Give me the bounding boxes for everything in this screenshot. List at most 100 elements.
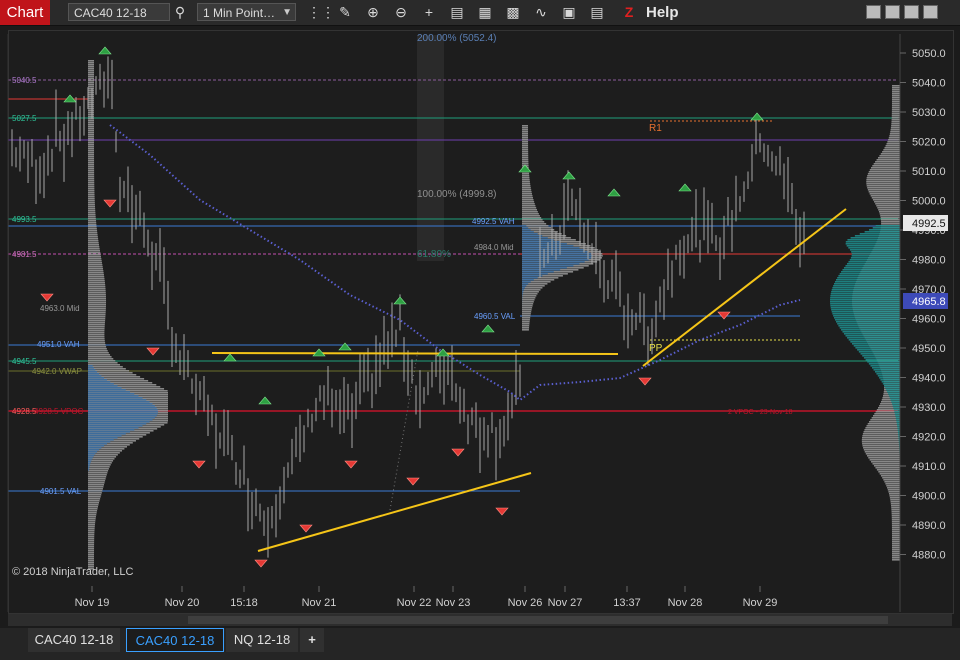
profile-bar bbox=[891, 525, 900, 527]
price-tick-label: 5010.0 bbox=[912, 166, 946, 178]
profile-bar bbox=[880, 219, 900, 221]
scrollbar-thumb[interactable] bbox=[188, 616, 888, 624]
profile-bar bbox=[522, 193, 533, 195]
profile-bar bbox=[851, 255, 900, 257]
profile-bar bbox=[851, 253, 900, 255]
profile-bar bbox=[88, 226, 97, 228]
profile-bar bbox=[88, 490, 103, 492]
profile-bar bbox=[858, 351, 900, 353]
profile-bar bbox=[522, 179, 530, 181]
profile-bar bbox=[872, 165, 900, 167]
profile-bar bbox=[891, 513, 900, 515]
sell-signal-icon bbox=[406, 477, 420, 486]
profile-bar bbox=[832, 313, 900, 315]
profile-bar bbox=[522, 265, 574, 267]
profile-bar bbox=[874, 371, 900, 373]
profile-bar bbox=[88, 457, 93, 459]
profile-bar bbox=[88, 246, 100, 248]
tab-cac40-1[interactable]: CAC40 12-18 bbox=[28, 628, 120, 652]
profile-bar bbox=[891, 507, 900, 509]
profile-bar bbox=[88, 238, 99, 240]
profile-bar bbox=[872, 463, 900, 465]
profile-bar bbox=[882, 383, 900, 385]
profile-bar bbox=[88, 208, 96, 210]
time-tick-label: 15:18 bbox=[230, 597, 258, 609]
profile-bar bbox=[522, 143, 529, 145]
profile-bar bbox=[877, 375, 900, 377]
price-tick-label: 4950.0 bbox=[912, 343, 946, 355]
profile-bar bbox=[869, 459, 900, 461]
profile-bar bbox=[88, 82, 95, 84]
tab-cac40-2-active[interactable]: CAC40 12-18 bbox=[126, 628, 224, 652]
profile-bar bbox=[891, 541, 900, 543]
profile-bar bbox=[864, 451, 900, 453]
profile-bar bbox=[88, 296, 106, 298]
profile-bar bbox=[878, 209, 900, 211]
profile-bar bbox=[845, 241, 900, 243]
profile-bar bbox=[88, 538, 95, 540]
profile-bar bbox=[522, 175, 530, 177]
profile-bar bbox=[88, 288, 106, 290]
level-label: 4992.5 VAH bbox=[472, 217, 515, 226]
profile-bar bbox=[88, 464, 111, 466]
profile-bar bbox=[893, 409, 900, 411]
profile-bar bbox=[522, 279, 534, 281]
profile-bar bbox=[832, 287, 900, 289]
sell-signal-icon bbox=[495, 507, 509, 516]
chart-tab-bar: CAC40 12-18 CAC40 12-18 NQ 12-18 + bbox=[0, 628, 960, 660]
profile-bar bbox=[88, 158, 95, 160]
profile-bar bbox=[88, 397, 143, 399]
profile-bar bbox=[891, 93, 900, 95]
price-tick-label: 4980.0 bbox=[912, 255, 946, 267]
profile-bar bbox=[522, 185, 531, 187]
profile-bar bbox=[88, 387, 122, 389]
profile-bar bbox=[522, 269, 561, 271]
profile-bar bbox=[88, 182, 95, 184]
profile-bar bbox=[522, 297, 536, 299]
profile-bar bbox=[88, 550, 95, 552]
profile-bar bbox=[88, 118, 95, 120]
profile-bar bbox=[88, 447, 102, 449]
profile-bar bbox=[522, 173, 530, 175]
profile-bar bbox=[839, 273, 900, 275]
profile-bar bbox=[891, 89, 900, 91]
profile-bar bbox=[88, 524, 95, 526]
profile-bar bbox=[522, 207, 537, 209]
profile-bar bbox=[88, 381, 111, 383]
fib-zone bbox=[417, 35, 444, 261]
profile-bar bbox=[876, 373, 900, 375]
profile-bar bbox=[830, 301, 900, 303]
profile-bar bbox=[88, 395, 139, 397]
profile-bar bbox=[88, 170, 95, 172]
chart-canvas[interactable]: 5040.5 5027.5 4993.5 4981.5 4963.0 Mid 4… bbox=[0, 0, 960, 660]
profile-bar bbox=[88, 451, 98, 453]
profile-bar bbox=[896, 419, 900, 421]
time-tick-label: Nov 23 bbox=[436, 597, 471, 609]
add-tab-button[interactable]: + bbox=[300, 628, 324, 652]
profile-bar bbox=[522, 211, 538, 213]
copyright-text: © 2018 NinjaTrader, LLC bbox=[12, 566, 133, 578]
profile-bar bbox=[878, 471, 900, 473]
profile-bar bbox=[891, 119, 900, 121]
profile-bar bbox=[88, 419, 153, 421]
profile-bar bbox=[522, 289, 524, 291]
profile-bar bbox=[88, 192, 95, 194]
profile-bar bbox=[833, 285, 900, 287]
profile-bar bbox=[891, 535, 900, 537]
profile-bar bbox=[88, 216, 96, 218]
horizontal-scrollbar[interactable] bbox=[8, 614, 952, 626]
profile-bar bbox=[88, 411, 158, 413]
tab-nq[interactable]: NQ 12-18 bbox=[226, 628, 298, 652]
profile-bar bbox=[88, 260, 102, 262]
profile-bar bbox=[522, 285, 527, 287]
profile-bar bbox=[891, 105, 900, 107]
level-label: 4981.5 bbox=[12, 250, 37, 259]
pivot-pp-label: PP bbox=[649, 343, 663, 354]
profile-bar bbox=[831, 309, 900, 311]
profile-bar bbox=[880, 475, 900, 477]
profile-bar bbox=[88, 348, 107, 350]
profile-bar bbox=[88, 204, 95, 206]
profile-bar bbox=[88, 144, 95, 146]
profile-bar bbox=[868, 171, 900, 173]
profile-bar bbox=[842, 269, 900, 271]
